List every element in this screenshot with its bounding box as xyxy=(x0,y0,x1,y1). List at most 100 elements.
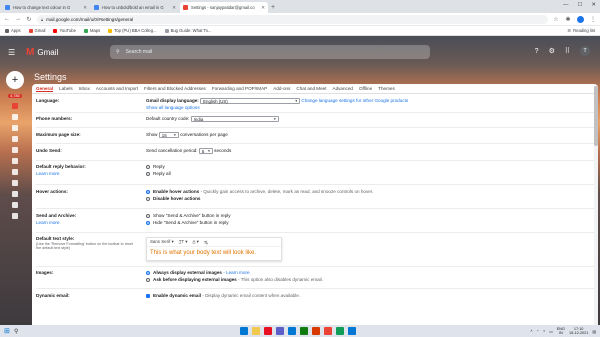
bookmark-apps[interactable]: Apps xyxy=(5,28,21,33)
file-explorer-icon[interactable] xyxy=(252,327,260,335)
main-menu-icon[interactable]: ☰ xyxy=(8,48,18,57)
radio-always-display-images[interactable]: Always display external images - Learn m… xyxy=(146,270,592,275)
tab-forwarding[interactable]: Forwarding and POP/IMAP xyxy=(212,86,267,91)
browser-tab[interactable]: How to unbold/bold an email in G ✕ xyxy=(91,2,179,13)
bookmark-bug-guide[interactable]: Bug Guide: What To... xyxy=(164,28,211,33)
radio-enable-hover[interactable]: Enable hover actions - Quickly gain acce… xyxy=(146,189,592,194)
snoozed-icon[interactable] xyxy=(12,125,18,131)
radio-hide-send-archive[interactable]: Hide "Send & Archive" button in reply xyxy=(146,220,592,225)
forward-icon[interactable]: → xyxy=(15,16,21,22)
gmail-logo[interactable]: M Gmail xyxy=(26,47,58,58)
checkbox-checked[interactable] xyxy=(146,293,150,298)
minimize-icon[interactable]: — xyxy=(563,2,569,8)
radio-button-selected[interactable] xyxy=(146,189,150,194)
bookmark-maps[interactable]: Maps xyxy=(83,28,100,33)
label-icon[interactable] xyxy=(12,169,18,175)
reading-list[interactable]: ☰ Reading list xyxy=(567,28,595,33)
back-icon[interactable]: ← xyxy=(4,16,10,22)
learn-more-link[interactable]: - Learn more xyxy=(222,270,249,275)
learn-more-link[interactable]: Learn more xyxy=(36,220,146,225)
radio-reply-all[interactable]: Reply all xyxy=(146,171,592,176)
radio-button[interactable] xyxy=(146,171,150,176)
font-size-icon[interactable]: T̲T ▾ xyxy=(179,239,188,245)
teams-icon[interactable] xyxy=(276,327,284,335)
country-code-select[interactable]: India ▾ xyxy=(190,116,279,122)
language-indicator[interactable]: ENG IN xyxy=(557,327,565,336)
meet-icon[interactable] xyxy=(12,202,18,208)
taskbar-app-icon[interactable] xyxy=(312,327,320,335)
bookmark-youtube[interactable]: YouTube xyxy=(53,28,76,33)
chrome-icon[interactable] xyxy=(324,327,332,335)
radio-button[interactable] xyxy=(146,277,150,282)
search-icon[interactable]: ⚲ xyxy=(116,49,120,55)
taskbar-app-icon[interactable] xyxy=(336,327,344,335)
scrollbar-thumb[interactable] xyxy=(594,86,598,146)
label-icon[interactable] xyxy=(12,180,18,186)
compose-button[interactable]: + xyxy=(6,71,24,89)
bookmark-bba-college[interactable]: Top (PU) BBA Colleg... xyxy=(108,28,157,33)
notifications-icon[interactable]: ▤ xyxy=(592,329,596,334)
settings-gear-icon[interactable]: ⚙ xyxy=(549,47,555,55)
radio-button-selected[interactable] xyxy=(146,220,150,225)
taskbar-app-icon[interactable] xyxy=(300,327,308,335)
tab-addons[interactable]: Add-ons xyxy=(273,86,290,91)
tab-advanced[interactable]: Advanced xyxy=(333,86,353,91)
browser-tab-active[interactable]: Settings - sanjaypatidar@gmail.co ✕ xyxy=(180,2,268,13)
radio-button[interactable] xyxy=(146,213,150,218)
battery-icon[interactable]: ▭ xyxy=(549,329,553,334)
more-menu-icon[interactable]: ⋮ xyxy=(590,16,596,23)
taskbar-app-icon[interactable] xyxy=(240,327,248,335)
url-input[interactable]: 🔒︎ mail.google.com/mail/u/0/#settings/ge… xyxy=(37,14,548,24)
learn-more-link[interactable]: Learn more xyxy=(36,171,146,176)
wifi-icon[interactable]: ◔ xyxy=(537,329,539,333)
radio-show-send-archive[interactable]: Show "Send & Archive" button in reply xyxy=(146,213,592,218)
account-avatar[interactable]: T xyxy=(580,46,590,56)
font-family-select[interactable]: Sans Serif ▾ xyxy=(150,239,174,245)
undo-period-select[interactable]: 5 ▾ xyxy=(198,148,213,154)
browser-tab[interactable]: How to change text colour in G ✕ xyxy=(2,2,90,13)
tab-accounts-import[interactable]: Accounts and Import xyxy=(96,86,138,91)
tab-labels[interactable]: Labels xyxy=(59,86,73,91)
radio-reply[interactable]: Reply xyxy=(146,164,592,169)
page-size-select[interactable]: 15 ▾ xyxy=(158,132,179,138)
sent-icon[interactable] xyxy=(12,136,18,142)
hangouts-icon[interactable] xyxy=(12,213,18,219)
reload-icon[interactable]: ↻ xyxy=(26,16,32,23)
windows-start-icon[interactable]: ⊞ xyxy=(4,327,14,335)
remove-formatting-icon[interactable]: T̸ₓ xyxy=(204,240,208,245)
taskbar-app-icon[interactable] xyxy=(264,327,272,335)
google-apps-icon[interactable]: ⠿ xyxy=(565,47,570,55)
edge-icon[interactable] xyxy=(288,327,296,335)
text-color-icon[interactable]: A̲ ▾ xyxy=(192,239,198,245)
tab-inbox[interactable]: Inbox xyxy=(79,86,90,91)
close-tab-icon[interactable]: ✕ xyxy=(261,5,265,11)
plus-icon[interactable]: + xyxy=(271,2,275,13)
volume-icon[interactable]: ◖ xyxy=(543,329,545,333)
star-icon[interactable]: ☆ xyxy=(553,16,559,23)
tab-chat-meet[interactable]: Chat and Meet xyxy=(296,86,326,91)
close-tab-icon[interactable]: ✕ xyxy=(172,5,176,11)
show-all-languages-link[interactable]: Show all language options xyxy=(146,105,592,110)
search-icon[interactable]: ⚲ xyxy=(14,328,26,335)
clock[interactable]: 17:10 15-12-2021 xyxy=(569,327,588,336)
drafts-icon[interactable] xyxy=(12,147,18,153)
extensions-icon[interactable]: ✱ xyxy=(565,16,571,23)
display-language-select[interactable]: English (US) ▾ xyxy=(200,98,301,104)
starred-icon[interactable] xyxy=(12,114,18,120)
radio-button[interactable] xyxy=(146,164,150,169)
label-icon[interactable] xyxy=(12,158,18,164)
tab-general[interactable]: General xyxy=(36,86,54,92)
maximize-icon[interactable]: ☐ xyxy=(577,2,582,8)
close-tab-icon[interactable]: ✕ xyxy=(83,5,87,11)
bookmark-gmail[interactable]: Gmail xyxy=(28,28,45,33)
tab-themes[interactable]: Themes xyxy=(378,86,395,91)
help-icon[interactable]: ? xyxy=(535,48,539,55)
close-icon[interactable]: ✕ xyxy=(591,2,596,8)
radio-disable-hover[interactable]: Disable hover actions xyxy=(146,196,592,201)
profile-avatar[interactable] xyxy=(577,15,584,23)
radio-ask-before-images[interactable]: Ask before displaying external images - … xyxy=(146,277,592,282)
taskbar-app-icon[interactable] xyxy=(348,327,356,335)
inbox-icon[interactable] xyxy=(12,103,18,109)
change-language-link[interactable]: Change language settings for other Googl… xyxy=(301,98,408,103)
radio-button[interactable] xyxy=(146,196,150,201)
